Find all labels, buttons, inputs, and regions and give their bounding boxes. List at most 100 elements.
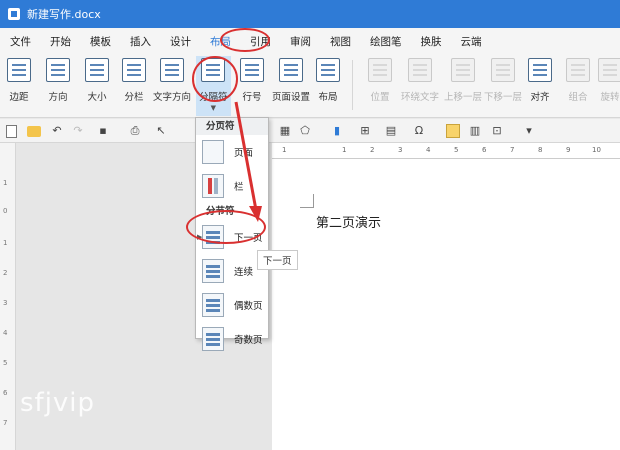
margin-button[interactable]: 边距: [7, 58, 31, 103]
ruler-tick: 0: [3, 207, 8, 215]
ruler-tick: 2: [3, 269, 8, 277]
ruler-tick: 10: [592, 146, 601, 154]
group-label: 组合: [568, 92, 588, 103]
odd-page-break-icon: [202, 327, 224, 351]
orientation-button[interactable]: 方向: [46, 58, 70, 103]
line-numbers-button[interactable]: 行号: [240, 58, 264, 103]
text-direction-label: 文字方向: [153, 92, 192, 103]
wrap-text-icon: [408, 58, 432, 82]
select-pointer-icon[interactable]: ↖: [154, 124, 168, 138]
position-button[interactable]: 位置: [368, 58, 392, 103]
horizontal-ruler: 1 1 2 3 4 5 6 7 8 9 10: [272, 143, 620, 159]
ruler-tick: 1: [282, 146, 287, 154]
text-direction-icon: [160, 58, 184, 82]
align-button[interactable]: 对齐: [528, 58, 552, 103]
layout-icon: [316, 58, 340, 82]
menu-review[interactable]: 审阅: [290, 34, 311, 49]
size-label: 大小: [87, 92, 107, 103]
breaks-icon: [201, 58, 226, 82]
symbol-icon[interactable]: Ω: [412, 124, 426, 138]
ribbon-separator: [352, 60, 353, 110]
ruler-tick: 4: [3, 329, 8, 337]
menu-view[interactable]: 视图: [330, 34, 351, 49]
menu-cloud[interactable]: 云端: [461, 34, 482, 49]
menu-draw-pen[interactable]: 绘图笔: [370, 34, 402, 49]
break-column-item[interactable]: 栏: [196, 169, 268, 203]
bring-forward-label: 上移一层: [444, 92, 483, 103]
redo-icon[interactable]: ↷: [71, 124, 85, 138]
menu-insert[interactable]: 插入: [130, 34, 151, 49]
breaks-dropdown: 分页符 页面 栏 分节符 ▶ 下一页 连续 偶数页 奇数页: [195, 117, 269, 351]
text-direction-button[interactable]: 文字方向: [153, 58, 191, 103]
columns-label: 分栏: [124, 92, 144, 103]
ruler-tick: 7: [3, 419, 8, 427]
rotate-button[interactable]: 旋转: [598, 58, 620, 103]
menu-skin[interactable]: 换肤: [421, 34, 442, 49]
rotate-icon: [598, 58, 620, 82]
textbox-icon[interactable]: ⊞: [358, 124, 372, 138]
breaks-label: 分隔符: [199, 92, 228, 103]
align-icon: [528, 58, 552, 82]
layout-label: 布局: [318, 92, 338, 103]
chart-icon[interactable]: ▮: [330, 124, 344, 138]
ribbon: 边距 方向 大小 分栏 文字方向 分隔符 ▼ 行号 页面设置 布局 位置 环绕文…: [0, 54, 620, 118]
document-text[interactable]: 第二页演示: [316, 212, 381, 231]
break-page-item[interactable]: 页面: [196, 135, 268, 169]
table-icon[interactable]: ▦: [278, 124, 292, 138]
page-setup-icon: [279, 58, 303, 82]
columns-button[interactable]: 分栏: [122, 58, 146, 103]
next-page-tooltip: 下一页: [257, 250, 298, 270]
note-icon[interactable]: [446, 124, 460, 138]
menu-references[interactable]: 引用: [250, 34, 271, 49]
send-backward-label: 下移一层: [484, 92, 523, 103]
break-odd-page-item[interactable]: 奇数页: [196, 322, 268, 356]
group-button[interactable]: 组合: [566, 58, 590, 103]
menu-layout[interactable]: 布局: [210, 34, 231, 49]
undo-icon[interactable]: ↶: [50, 124, 64, 138]
menu-template[interactable]: 模板: [90, 34, 111, 49]
document-app-icon: [8, 8, 20, 20]
page-break-icon: [202, 140, 224, 164]
section-break-header: 分节符: [196, 203, 268, 220]
save-icon[interactable]: ▪: [96, 124, 110, 138]
ruler-tick: 5: [454, 146, 459, 154]
size-button[interactable]: 大小: [85, 58, 109, 103]
ruler-tick: 1: [342, 146, 347, 154]
send-backward-icon: [491, 58, 515, 82]
layout-button[interactable]: 布局: [316, 58, 340, 103]
align-label: 对齐: [530, 92, 550, 103]
menu-design[interactable]: 设计: [170, 34, 191, 49]
document-page[interactable]: [272, 159, 620, 450]
menu-file[interactable]: 文件: [10, 34, 31, 49]
even-page-break-icon: [202, 293, 224, 317]
open-folder-icon[interactable]: [27, 126, 41, 137]
print-icon[interactable]: ⎙: [128, 124, 142, 138]
break-next-page-item[interactable]: ▶ 下一页: [196, 220, 268, 254]
new-document-icon[interactable]: [6, 125, 17, 138]
ruler-tick: 4: [426, 146, 431, 154]
page-setup-button[interactable]: 页面设置: [272, 58, 310, 103]
breaks-button[interactable]: 分隔符 ▼: [196, 56, 231, 116]
barcode-icon[interactable]: ▥: [468, 124, 482, 138]
break-item-label: 偶数页: [234, 301, 263, 312]
bring-forward-button[interactable]: 上移一层: [444, 58, 482, 103]
field-icon[interactable]: ▤: [384, 124, 398, 138]
ruler-tick: 9: [566, 146, 571, 154]
wrap-text-button[interactable]: 环绕文字: [401, 58, 439, 103]
ruler-tick: 3: [3, 299, 8, 307]
break-even-page-item[interactable]: 偶数页: [196, 288, 268, 322]
size-icon: [85, 58, 109, 82]
margin-corner-mark: [300, 194, 314, 208]
page-break-header: 分页符: [196, 118, 268, 135]
break-item-label: 栏: [234, 182, 244, 193]
shapes-icon[interactable]: ⬠: [298, 124, 312, 138]
customize-toolbar-icon[interactable]: ▾: [522, 124, 536, 138]
ruler-tick: 8: [538, 146, 543, 154]
image-icon[interactable]: ⊡: [490, 124, 504, 138]
menu-home[interactable]: 开始: [50, 34, 71, 49]
columns-icon: [122, 58, 146, 82]
break-item-label: 下一页: [234, 233, 263, 244]
position-icon: [368, 58, 392, 82]
wrap-text-label: 环绕文字: [401, 92, 440, 103]
send-backward-button[interactable]: 下移一层: [484, 58, 522, 103]
